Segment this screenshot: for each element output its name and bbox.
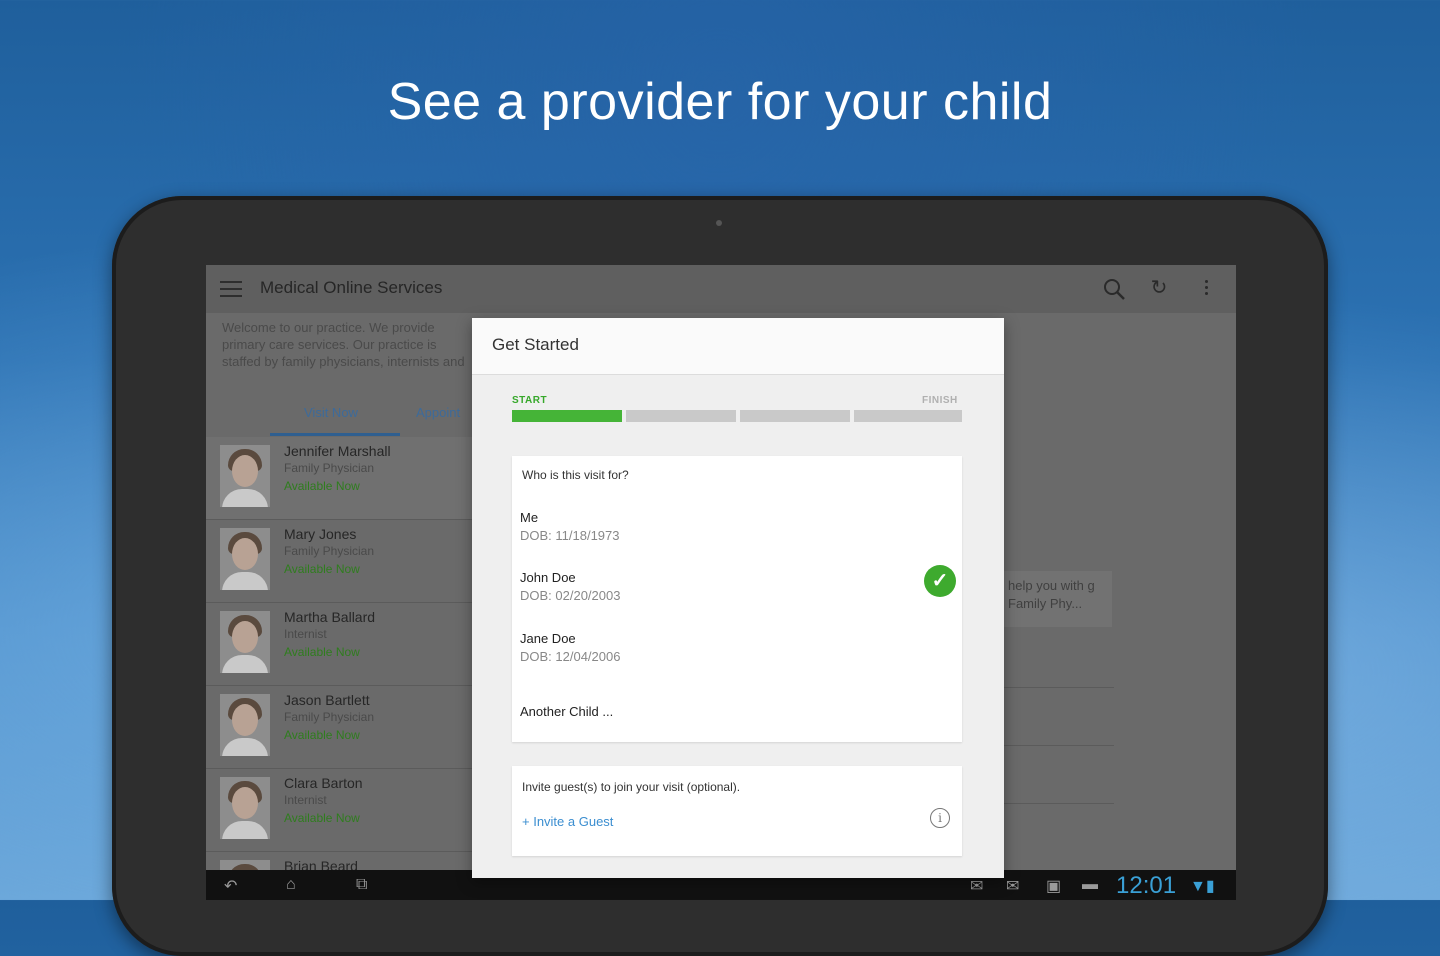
person-dob: DOB: 12/04/2006 <box>520 649 621 664</box>
progress-segment <box>854 410 962 422</box>
progress-finish-label: FINISH <box>922 395 958 406</box>
provider-role: Family Physician <box>284 710 375 724</box>
person-name: Me <box>520 510 539 525</box>
get-started-dialog: Get Started START FINISH Who is this vis… <box>472 318 1004 878</box>
tab-visit-now[interactable]: Visit Now <box>304 405 358 420</box>
progress-start-label: START <box>512 395 548 406</box>
person-dob: DOB: 11/18/1973 <box>520 528 620 543</box>
person-option-jane-doe[interactable]: Jane Doe DOB: 12/04/2006 <box>520 631 950 671</box>
avatar <box>220 777 270 839</box>
provider-item[interactable]: Jennifer Marshall Family Physician Avail… <box>206 437 476 520</box>
info-icon[interactable]: i <box>930 808 950 828</box>
progress-segment <box>626 410 736 422</box>
visit-for-card: Who is this visit for? Me DOB: 11/18/197… <box>512 456 962 742</box>
person-option-me[interactable]: Me DOB: 11/18/1973 <box>520 510 950 550</box>
invite-guest-link[interactable]: + Invite a Guest <box>522 814 613 829</box>
avatar <box>220 611 270 673</box>
overflow-icon[interactable] <box>1202 277 1210 299</box>
provider-item[interactable]: Martha Ballard Internist Available Now <box>206 603 476 686</box>
tablet-screen: Medical Online Services ↻ Welcome to our… <box>206 265 1236 900</box>
check-icon: ✓ <box>924 565 956 597</box>
menu-icon[interactable] <box>220 281 242 297</box>
provider-item[interactable]: Jason Bartlett Family Physician Availabl… <box>206 686 476 769</box>
dialog-header: Get Started <box>472 318 1004 375</box>
right-panel-card: help you with g Family Phy... <box>1004 571 1112 627</box>
status-clock: 12:01 <box>1116 872 1177 899</box>
invite-guest-card: Invite guest(s) to join your visit (opti… <box>512 766 962 856</box>
provider-name: Jennifer Marshall <box>284 443 391 459</box>
search-icon[interactable] <box>1102 277 1126 301</box>
back-icon[interactable]: ↶ <box>224 876 237 896</box>
camera-dot <box>716 220 722 226</box>
camera-icon: ▣ <box>1046 878 1062 895</box>
another-child-option[interactable]: Another Child ... <box>520 704 613 719</box>
provider-status: Available Now <box>284 645 360 659</box>
gamepad-icon: ▬ <box>1082 876 1098 893</box>
avatar <box>220 445 270 507</box>
provider-list: Jennifer Marshall Family Physician Avail… <box>206 437 476 900</box>
provider-name: Clara Barton <box>284 775 363 791</box>
progress-segment <box>512 410 622 422</box>
visit-question: Who is this visit for? <box>522 468 629 482</box>
provider-status: Available Now <box>284 479 360 493</box>
divider <box>1004 803 1114 804</box>
provider-role: Internist <box>284 627 327 641</box>
provider-status: Available Now <box>284 728 360 742</box>
wifi-icon: ▼▮ <box>1190 878 1215 895</box>
recents-icon[interactable]: ⧉ <box>356 876 367 894</box>
person-dob: DOB: 02/20/2003 <box>520 588 621 603</box>
provider-name: Mary Jones <box>284 526 357 542</box>
provider-status: Available Now <box>284 811 360 825</box>
tab-indicator <box>270 433 400 436</box>
person-option-john-doe[interactable]: John Doe DOB: 02/20/2003 ✓ <box>520 565 956 610</box>
provider-status: Available Now <box>284 562 360 576</box>
refresh-icon[interactable]: ↻ <box>1148 277 1170 299</box>
divider <box>1004 745 1114 746</box>
provider-item[interactable]: Mary Jones Family Physician Available No… <box>206 520 476 603</box>
guest-prompt: Invite guest(s) to join your visit (opti… <box>522 780 741 794</box>
progress-segment <box>740 410 850 422</box>
home-icon[interactable]: ⌂ <box>286 876 296 894</box>
provider-name: Martha Ballard <box>284 609 376 625</box>
provider-role: Family Physician <box>284 461 375 475</box>
person-name: John Doe <box>520 570 576 585</box>
divider <box>1004 687 1114 688</box>
welcome-text: Welcome to our practice. We provide prim… <box>222 320 465 369</box>
app-bar: Medical Online Services ↻ <box>206 265 1236 313</box>
provider-item[interactable]: Clara Barton Internist Available Now <box>206 769 476 852</box>
tab-appointment[interactable]: Appoint <box>416 405 460 420</box>
tab-bar: Visit Now Appoint <box>206 393 476 438</box>
avatar <box>220 694 270 756</box>
provider-role: Family Physician <box>284 544 375 558</box>
mail-icon: ✉ <box>1006 878 1020 895</box>
person-name: Jane Doe <box>520 631 576 646</box>
step-progress-bar <box>512 410 962 422</box>
dialog-title: Get Started <box>492 335 579 354</box>
provider-name: Jason Bartlett <box>284 692 370 708</box>
app-title: Medical Online Services <box>260 278 443 297</box>
provider-role: Internist <box>284 793 327 807</box>
mail-icon: ✉ <box>970 878 984 895</box>
headline: See a provider for your child <box>387 73 1053 131</box>
avatar <box>220 528 270 590</box>
